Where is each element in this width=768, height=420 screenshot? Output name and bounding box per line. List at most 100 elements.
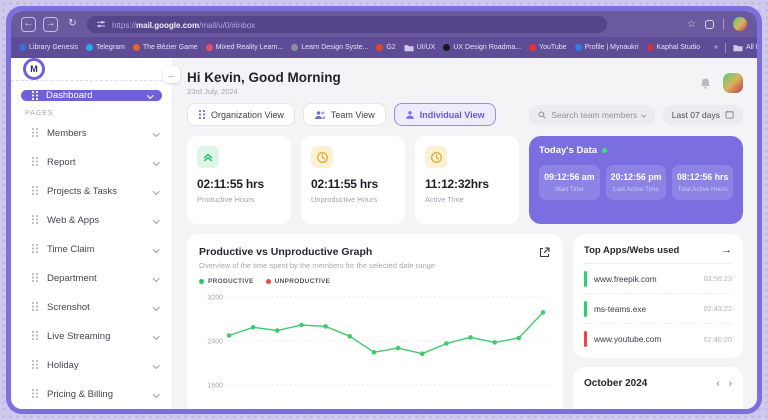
sidebar-item-time-claim[interactable]: Time Claim [11,235,172,264]
url-bar[interactable]: https://mail.google.com/mail/u/0/#inbox [87,16,607,33]
date-range-button[interactable]: Last 07 days [663,105,743,125]
stat-label: Productive Hours [197,195,281,204]
sidebar-item-department[interactable]: Department [11,264,172,293]
productivity-chart: 3200 2400 1600 [199,289,551,401]
bookmark-item-the-b-zier-game[interactable]: The Bézier Game [133,44,198,51]
tab-team-view[interactable]: Team View [303,103,386,126]
chevron-down-icon [153,391,159,397]
site-settings-icon[interactable] [96,19,106,29]
folder-icon [404,44,414,52]
top-apps-arrow-icon[interactable]: → [721,244,732,256]
browser-profile-avatar[interactable] [733,17,747,31]
today-value: 08:12:56 hrs [676,172,729,182]
app-usage-row-www-freepik-com[interactable]: www.freepik.com03:56:23 [584,264,732,294]
back-button[interactable]: ← [21,17,36,32]
bookmark-favicon [575,44,582,51]
bookmark-star-icon[interactable]: ☆ [687,19,696,30]
sidebar-item-live-streaming[interactable]: Live Streaming [11,322,172,351]
today-card-start-time: 09:12:56 amStart Time [539,165,600,200]
toolbar-separator [723,18,724,30]
chevron-down-icon [147,92,153,98]
bookmark-favicon [291,44,298,51]
user-avatar[interactable] [723,73,743,93]
productivity-chart-card: Productive vs Unproductive Graph Overvie… [187,234,563,409]
app-usage-duration: 02:43:22 [704,304,732,313]
sidebar-collapse-button[interactable]: ← [163,66,180,83]
grid-dots-icon [31,388,39,402]
bookmark-favicon [647,44,654,51]
view-tabs: Organization View Team View Individual Vie… [187,103,496,126]
chart-subtitle: Overview of the time spent by the member… [199,261,435,270]
app-usage-bar [584,331,587,347]
pages-section-label: PAGES [25,110,172,117]
bookmark-item-ux-design-roadma[interactable]: UX Design Roadma... [443,44,521,51]
app-usage-name: www.youtube.com [594,334,661,344]
person-icon [405,110,415,120]
bookmark-item-ui-ux[interactable]: UI/UX [404,44,436,52]
sidebar-item-web-apps[interactable]: Web & Apps [11,206,172,235]
bookmark-item-telegram[interactable]: Telegram [86,44,125,51]
bookmarks-overflow-icon[interactable]: » [714,44,718,51]
tab-individual-view[interactable]: Individual View [394,103,496,126]
legend-item-unproductive: UNPRODUCTIVE [266,278,331,285]
chart-legend: PRODUCTIVEUNPRODUCTIVE [199,278,551,285]
bookmark-item-profile-mynaukri[interactable]: Profile | Mynaukri [575,44,639,51]
stat-card-unproductive-hours: 02:11:55 hrsUnproductive Hours [301,136,405,224]
stats-row: 02:11:55 hrs Productive Hours 02:11:55 hrs… [187,136,743,224]
notifications-bell-icon[interactable] [699,77,712,90]
forward-button[interactable]: → [43,17,58,32]
sidebar-item-screnshot[interactable]: Screnshot [11,293,172,322]
today-card-total-active-hours: 08:12:56 hrsTotal Active Hours [672,165,733,200]
search-icon [538,111,546,119]
grid-dots-icon [31,156,39,170]
today-value: 20:12:56 pm [610,172,663,182]
browser-window: ← → ↻ https://mail.google.com/mail/u/0/#… [6,6,762,414]
calendar-prev-button[interactable]: ‹ [716,379,719,389]
app-usage-bar [584,271,587,287]
extensions-icon[interactable] [705,20,714,29]
chevron-down-icon [153,159,159,165]
calendar-next-button[interactable]: › [729,379,732,389]
bookmark-item-kaphal-studio[interactable]: Kaphal Studio [647,44,701,51]
bookmark-item-learn-design-syste[interactable]: Learn Design Syste... [291,44,368,51]
app-usage-bar [584,301,587,317]
sidebar-item-members[interactable]: Members [11,119,172,148]
legend-dot [199,279,204,284]
sidebar-item-holiday[interactable]: Holiday [11,351,172,380]
browser-toolbar: ← → ↻ https://mail.google.com/mail/u/0/#… [11,11,757,37]
grid-dots-icon [31,272,39,286]
chevron-down-icon [153,304,159,310]
export-icon[interactable] [538,246,551,259]
grid-dots-icon [31,359,39,373]
todays-data-cards: 09:12:56 amStart Time20:12:56 pmLast Act… [539,165,733,200]
app-usage-duration: 03:56:23 [704,274,732,283]
app-usage-row-www-youtube-com[interactable]: www.youtube.com02:40:20 [584,324,732,354]
top-apps-card: Top Apps/Webs used → www.freepik.com03:5… [573,234,743,358]
sidebar-item-dashboard[interactable]: Dashboard [21,90,162,101]
tab-organization-view[interactable]: Organization View [187,103,295,126]
bookmark-item-library-genesis[interactable]: Library Genesis [19,44,78,51]
bookmark-item-g2[interactable]: G2 [376,44,395,51]
bookmark-item-youtube[interactable]: YouTube [529,44,567,51]
svg-text:1600: 1600 [207,383,223,390]
stat-value: 02:11:55 hrs [197,177,281,191]
sidebar-item-projects-tasks[interactable]: Projects & Tasks [11,177,172,206]
app-usage-row-ms-teams-exe[interactable]: ms-teams.exe02:43:22 [584,294,732,324]
stat-value: 11:12:32hrs [425,177,509,191]
all-bookmarks-button[interactable]: All Bookmarks [733,44,757,52]
grid-dots-icon [31,243,39,257]
search-team-members-button[interactable]: Search team members [529,105,654,125]
calendar-icon [725,110,734,119]
chevron-down-icon [153,362,159,368]
svg-text:2400: 2400 [207,339,223,346]
bookmark-item-mixed-reality-learn[interactable]: Mixed Reality Learn... [206,44,284,51]
chevrons-up-icon [197,146,219,168]
svg-text:3200: 3200 [207,295,223,302]
grid-dots-icon [31,185,39,199]
sidebar-item-pricing-billing[interactable]: Pricing & Billing [11,380,172,409]
chevron-down-icon [153,130,159,136]
grid-dots-icon [31,214,39,228]
sidebar-item-report[interactable]: Report [11,148,172,177]
bookmark-favicon [86,44,93,51]
reload-button[interactable]: ↻ [65,17,80,32]
